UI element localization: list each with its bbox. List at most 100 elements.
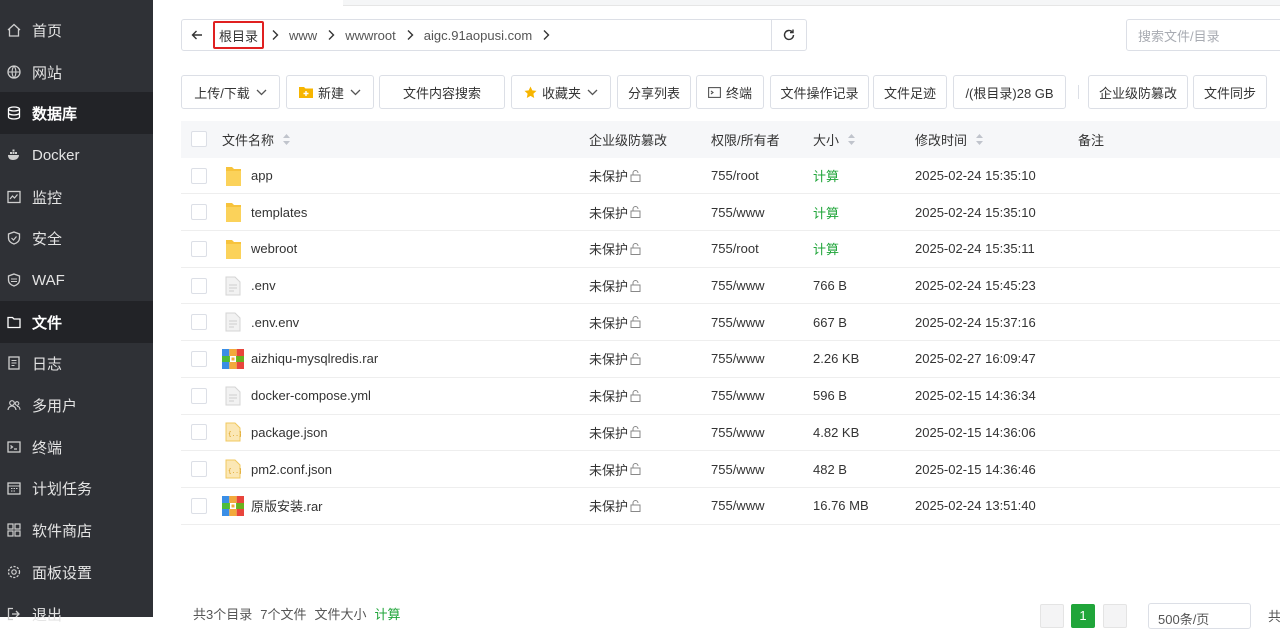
size-cell[interactable]: 计算 <box>813 203 839 222</box>
row-checkbox[interactable] <box>191 167 207 184</box>
protect-cell[interactable]: 未保护 <box>589 386 641 405</box>
perm-cell[interactable]: 755/www <box>711 388 764 403</box>
sidebar-item-4[interactable]: 监控 <box>0 176 153 218</box>
new-button[interactable]: 新建 <box>286 75 374 109</box>
perm-cell[interactable]: 755/www <box>711 315 764 330</box>
size-cell[interactable]: 计算 <box>813 166 839 185</box>
table-row[interactable]: docker-compose.yml 未保护 755/www 596 B 2025-02… <box>181 378 1280 415</box>
file-name[interactable]: webroot <box>251 241 297 256</box>
file-name[interactable]: package.json <box>251 425 328 440</box>
file-name-cell[interactable]: aizhiqu-mysqlredis.rar <box>222 348 378 370</box>
prev-page-button[interactable] <box>1040 604 1064 628</box>
sidebar-item-1[interactable]: 网站 <box>0 51 153 93</box>
file-sync-button[interactable]: 文件同步 <box>1193 75 1267 109</box>
refresh-button[interactable] <box>771 20 806 50</box>
sidebar-item-3[interactable]: Docker <box>0 134 153 176</box>
perm-cell[interactable]: 755/www <box>711 278 764 293</box>
file-content-search-button[interactable]: 文件内容搜索 <box>379 75 505 109</box>
sidebar-item-6[interactable]: WAF <box>0 259 153 301</box>
size-cell[interactable]: 计算 <box>813 239 839 258</box>
file-footprint-button[interactable]: 文件足迹 <box>873 75 947 109</box>
header-name[interactable]: 文件名称 <box>222 130 291 149</box>
perm-cell[interactable]: 755/www <box>711 351 764 366</box>
perm-cell[interactable]: 755/www <box>711 425 764 440</box>
sidebar-item-9[interactable]: 多用户 <box>0 384 153 426</box>
breadcrumb-segment-site[interactable]: aigc.91aopusi.com <box>417 28 553 43</box>
file-name-cell[interactable]: .env.env <box>222 311 299 333</box>
row-checkbox[interactable] <box>191 424 207 441</box>
table-row[interactable]: aizhiqu-mysqlredis.rar 未保护 755/www 2.26 KB 2… <box>181 341 1280 378</box>
protect-cell[interactable]: 未保护 <box>589 496 641 515</box>
table-row[interactable]: 原版安装.rar 未保护 755/www 16.76 MB 2025-02-24 13:… <box>181 488 1280 525</box>
file-name-cell[interactable]: 原版安装.rar <box>222 495 323 517</box>
upload-download-button[interactable]: 上传/下载 <box>181 75 280 109</box>
file-name[interactable]: pm2.conf.json <box>251 462 332 477</box>
perm-cell[interactable]: 755/root <box>711 241 759 256</box>
breadcrumb-segment-wwwroot[interactable]: wwwroot <box>338 28 417 43</box>
footer-size-calc-link[interactable]: 计算 <box>374 604 400 623</box>
favorites-button[interactable]: 收藏夹 <box>511 75 611 109</box>
page-size-select[interactable]: 500条/页 <box>1148 603 1251 629</box>
sidebar-item-2[interactable]: 数据库 <box>0 92 153 134</box>
file-name-cell[interactable]: templates <box>222 201 307 223</box>
row-checkbox[interactable] <box>191 461 207 478</box>
row-checkbox[interactable] <box>191 204 207 221</box>
sidebar-item-8[interactable]: 日志 <box>0 342 153 384</box>
table-row[interactable]: .env.env 未保护 755/www 667 B 2025-02-24 15:37:… <box>181 304 1280 342</box>
page-number[interactable]: 1 <box>1071 604 1095 628</box>
tamper-proof-button[interactable]: 企业级防篡改 <box>1088 75 1188 109</box>
search-input[interactable]: 搜索文件/目录 <box>1126 19 1280 51</box>
file-op-log-button[interactable]: 文件操作记录 <box>770 75 869 109</box>
sidebar-item-5[interactable]: 安全 <box>0 217 153 259</box>
file-name[interactable]: .env <box>251 278 276 293</box>
file-name-cell[interactable]: webroot <box>222 238 297 260</box>
perm-cell[interactable]: 755/www <box>711 205 764 220</box>
breadcrumb-segment-www[interactable]: www <box>282 28 338 43</box>
file-name[interactable]: docker-compose.yml <box>251 388 371 403</box>
sidebar-item-14[interactable]: 退出 <box>0 593 153 635</box>
row-checkbox[interactable] <box>191 387 207 404</box>
sidebar-item-12[interactable]: 软件商店 <box>0 509 153 551</box>
file-name-cell[interactable]: {..} package.json <box>222 421 328 443</box>
table-row[interactable]: .env 未保护 755/www 766 B 2025-02-24 15:45:23 <box>181 268 1280 305</box>
back-button[interactable] <box>182 20 212 50</box>
file-name-cell[interactable]: docker-compose.yml <box>222 385 371 407</box>
sidebar-item-11[interactable]: 计划任务 <box>0 467 153 509</box>
sidebar-item-7[interactable]: 文件 <box>0 301 153 343</box>
header-size[interactable]: 大小 <box>813 130 856 149</box>
file-name-cell[interactable]: app <box>222 165 273 187</box>
protect-cell[interactable]: 未保护 <box>589 239 641 258</box>
sidebar-item-13[interactable]: 面板设置 <box>0 551 153 593</box>
table-row[interactable]: {..} pm2.conf.json 未保护 755/www 482 B 2025-02-… <box>181 451 1280 488</box>
file-name-cell[interactable]: .env <box>222 275 276 297</box>
table-row[interactable]: templates 未保护 755/www 计算 2025-02-24 15:35:10 <box>181 194 1280 232</box>
table-row[interactable]: {..} package.json 未保护 755/www 4.82 KB 2025-02… <box>181 415 1280 452</box>
next-page-button[interactable] <box>1103 604 1127 628</box>
row-checkbox[interactable] <box>191 240 207 257</box>
share-list-button[interactable]: 分享列表 <box>617 75 691 109</box>
row-checkbox[interactable] <box>191 314 207 331</box>
perm-cell[interactable]: 755/root <box>711 168 759 183</box>
file-name[interactable]: templates <box>251 205 307 220</box>
sidebar-item-10[interactable]: 终端 <box>0 426 153 468</box>
file-name[interactable]: .env.env <box>251 315 299 330</box>
file-name[interactable]: aizhiqu-mysqlredis.rar <box>251 351 378 366</box>
table-row[interactable]: webroot 未保护 755/root 计算 2025-02-24 15:35:11 <box>181 231 1280 268</box>
sidebar-item-0[interactable]: 首页 <box>0 9 153 51</box>
row-checkbox[interactable] <box>191 350 207 367</box>
protect-cell[interactable]: 未保护 <box>589 203 641 222</box>
table-row[interactable]: app 未保护 755/root 计算 2025-02-24 15:35:10 <box>181 158 1280 195</box>
file-name-cell[interactable]: {..} pm2.conf.json <box>222 458 332 480</box>
header-mtime[interactable]: 修改时间 <box>915 130 984 149</box>
disk-usage-button[interactable]: /(根目录)28 GB <box>953 75 1066 109</box>
select-all-checkbox[interactable] <box>191 131 207 148</box>
protect-cell[interactable]: 未保护 <box>589 423 641 442</box>
protect-cell[interactable]: 未保护 <box>589 460 641 479</box>
protect-cell[interactable]: 未保护 <box>589 276 641 295</box>
protect-cell[interactable]: 未保护 <box>589 313 641 332</box>
terminal-button[interactable]: 终端 <box>696 75 764 109</box>
perm-cell[interactable]: 755/www <box>711 498 764 513</box>
file-name[interactable]: 原版安装.rar <box>251 496 323 515</box>
perm-cell[interactable]: 755/www <box>711 462 764 477</box>
row-checkbox[interactable] <box>191 277 207 294</box>
